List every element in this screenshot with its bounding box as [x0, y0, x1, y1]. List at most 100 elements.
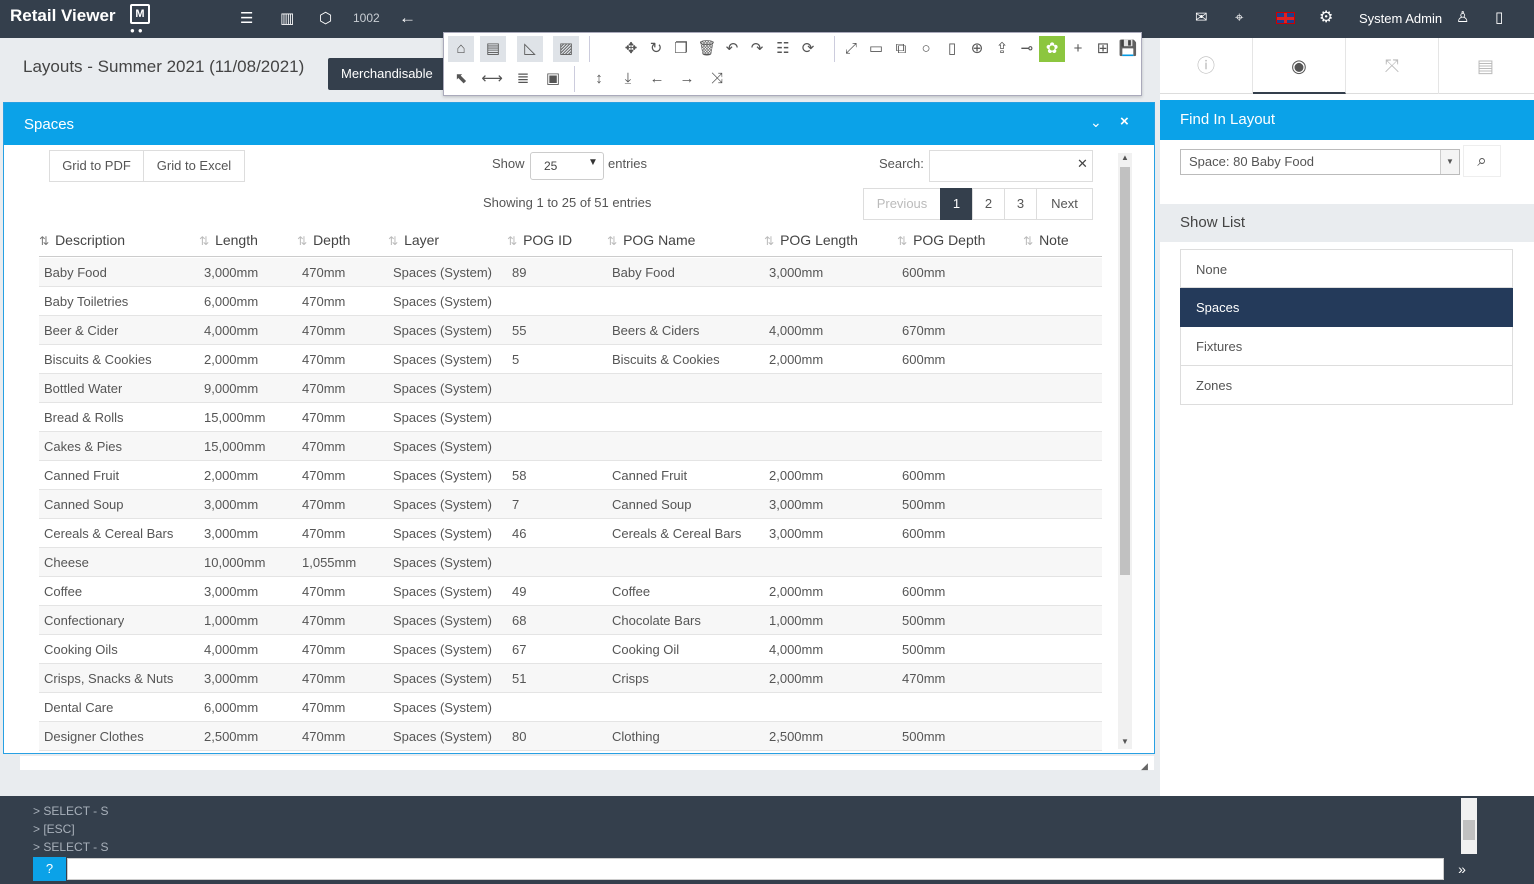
column-header[interactable]: ⇅ POG ID [507, 225, 572, 256]
table-scrollbar[interactable]: ▲ ▼ [1118, 153, 1132, 749]
scroll-down-icon[interactable]: ▼ [1121, 737, 1129, 746]
table-row[interactable]: Canned Soup 3,000mm 470mm Spaces (System) 7 C… [39, 490, 1102, 519]
previous-page-button[interactable]: Previous [863, 188, 941, 220]
table-row[interactable]: Cereals & Cereal Bars 3,000mm 470mm Spaces … [39, 519, 1102, 548]
info-tab-icon[interactable]: ⓘ [1160, 38, 1253, 94]
page-button-3[interactable]: 3 [1004, 188, 1037, 220]
table-row[interactable]: Coffee 3,000mm 470mm Spaces (System) 49 Coffe… [39, 577, 1102, 606]
book-icon[interactable]: ▥ [280, 10, 294, 28]
table-row[interactable]: Designer Clothes 2,500mm 470mm Spaces (Syst… [39, 722, 1102, 751]
table-row[interactable]: Biscuits & Cookies 2,000mm 470mm Spaces (Sy… [39, 345, 1102, 374]
table-row[interactable]: Beer & Cider 4,000mm 470mm Spaces (System) 5… [39, 316, 1102, 345]
notes-tab-icon[interactable]: ▤ [1439, 38, 1532, 94]
refresh-icon[interactable]: ⟳ [795, 36, 821, 62]
chevron-down-icon[interactable]: ⌄ [1090, 114, 1102, 131]
upload-icon[interactable]: ⇪ [989, 36, 1015, 62]
table-row[interactable]: Bread & Rolls 15,000mm 470mm Spaces (System… [39, 403, 1102, 432]
column-header[interactable]: ⇅ POG Length [764, 225, 858, 256]
resize-grip-icon[interactable]: ◢ [1141, 761, 1148, 772]
search-icon[interactable]: ⌕ [1463, 145, 1501, 177]
scrollbar-thumb[interactable] [1120, 167, 1130, 575]
list-icon[interactable]: ☷ [770, 36, 796, 62]
copy-icon[interactable]: ❐ [668, 36, 694, 62]
column-header[interactable]: ⇅ Layer [388, 225, 439, 256]
home-icon[interactable]: ⌂ [448, 36, 474, 62]
table-row[interactable]: Cheese 10,000mm 1,055mm Spaces (System) [39, 548, 1102, 577]
next-page-button[interactable]: Next [1036, 188, 1093, 220]
merchandisable-button[interactable]: Merchandisable [328, 58, 448, 90]
page-button-2[interactable]: 2 [972, 188, 1005, 220]
scrollbar-thumb[interactable] [1463, 820, 1475, 840]
list-menu-icon[interactable]: ☰ [240, 10, 253, 28]
trash-icon[interactable]: 🗑 [694, 36, 720, 62]
hatch-icon[interactable]: ▨ [553, 36, 579, 62]
find-in-layout-select[interactable]: Space: 80 Baby Food [1180, 149, 1460, 175]
numbered-list-icon[interactable]: ≣ [510, 66, 536, 92]
windows-icon[interactable]: ⧉ [888, 36, 914, 62]
crosshair-icon[interactable]: ⊕ [964, 36, 990, 62]
right-arrow-icon[interactable]: → [674, 66, 700, 92]
page-button-1[interactable]: 1 [940, 188, 973, 220]
chevron-down-icon[interactable]: ▼ [1440, 150, 1459, 174]
transform-tab-icon[interactable]: ⤧ [1346, 38, 1439, 94]
column-header[interactable]: ⇅ Note [1023, 225, 1069, 256]
undo-icon[interactable]: ↶ [719, 36, 745, 62]
column-header[interactable]: ⇅ POG Name [607, 225, 695, 256]
image-icon[interactable]: ▣ [540, 66, 566, 92]
show-list-item-spaces[interactable]: Spaces [1180, 288, 1513, 327]
set-square-icon[interactable]: ◺ [517, 36, 543, 62]
uk-flag-icon[interactable] [1276, 12, 1295, 24]
help-icon[interactable]: ? [33, 857, 66, 881]
fit-icon[interactable]: ⤢ [838, 36, 864, 62]
monitor-icon[interactable]: ▭ [863, 36, 889, 62]
panel-toggle-icon[interactable]: ▯ [1495, 9, 1503, 27]
table-row[interactable]: Dental Care 6,000mm 470mm Spaces (System) [39, 693, 1102, 722]
save-icon[interactable]: 💾 [1115, 36, 1141, 62]
move-icon[interactable]: ✥ [618, 36, 644, 62]
column-header[interactable]: ⇅ Length [199, 225, 258, 256]
console-scrollbar[interactable] [1461, 798, 1477, 854]
table-row[interactable]: Confectionary 1,000mm 470mm Spaces (System)… [39, 606, 1102, 635]
scroll-up-icon[interactable]: ▲ [1121, 153, 1129, 162]
cube-icon[interactable]: ⬡ [319, 10, 332, 28]
show-list-item-zones[interactable]: Zones [1180, 366, 1513, 405]
shuffle-icon[interactable]: ⤨ [704, 66, 730, 92]
tag-icon[interactable]: ⌖ [1235, 9, 1243, 27]
close-icon[interactable]: × [1120, 113, 1129, 130]
show-list-item-none[interactable]: None [1180, 249, 1513, 288]
column-header[interactable]: ⇅ Depth [297, 225, 350, 256]
plus-icon[interactable]: + [1065, 36, 1091, 62]
table-row[interactable]: Canned Fruit 2,000mm 470mm Spaces (System) 5… [39, 461, 1102, 490]
gear-icon[interactable]: ⚙ [1319, 9, 1333, 27]
mail-icon[interactable]: ✉ [1195, 9, 1208, 27]
snap-icon[interactable]: ✿ [1039, 36, 1065, 62]
send-command-icon[interactable]: » [1446, 857, 1478, 881]
search-input[interactable] [929, 150, 1093, 182]
redo-icon[interactable]: ↷ [744, 36, 770, 62]
back-arrow-icon[interactable]: ← [399, 9, 416, 27]
table-row[interactable]: Baby Food 3,000mm 470mm Spaces (System) 89 Ba… [39, 258, 1102, 287]
clear-search-icon[interactable]: ✕ [1077, 156, 1088, 172]
grid-to-pdf-button[interactable]: Grid to PDF [49, 150, 144, 182]
grid-to-excel-button[interactable]: Grid to Excel [143, 150, 245, 182]
table-row[interactable]: Crisps, Snacks & Nuts 3,000mm 470mm Spaces … [39, 664, 1102, 693]
eye-tab-icon[interactable]: ◉ [1253, 38, 1346, 94]
grid-icon[interactable]: ⊞ [1090, 36, 1116, 62]
left-arrow-icon[interactable]: ← [644, 66, 670, 92]
measure-icon[interactable]: ⟷ [479, 66, 505, 92]
user-name[interactable]: System Admin [1359, 11, 1442, 26]
down-arrow-icon[interactable]: ⤓ [615, 66, 641, 92]
link-icon[interactable]: ⊸ [1014, 36, 1040, 62]
column-header[interactable]: ⇅ Description [39, 225, 125, 256]
circle-icon[interactable]: ○ [913, 36, 939, 62]
command-input[interactable] [67, 858, 1444, 880]
bar-icon[interactable]: ▯ [939, 36, 965, 62]
user-icon[interactable]: ♙ [1456, 9, 1469, 27]
table-row[interactable]: Baby Toiletries 6,000mm 470mm Spaces (Syste… [39, 287, 1102, 316]
table-row[interactable]: Cakes & Pies 15,000mm 470mm Spaces (System) [39, 432, 1102, 461]
chat-icon[interactable]: ▤ [480, 36, 506, 62]
table-row[interactable]: Cooking Oils 4,000mm 470mm Spaces (System) 6… [39, 635, 1102, 664]
column-header[interactable]: ⇅ POG Depth [897, 225, 985, 256]
show-list-item-fixtures[interactable]: Fixtures [1180, 327, 1513, 366]
pointer-icon[interactable]: ⬉ [448, 66, 474, 92]
